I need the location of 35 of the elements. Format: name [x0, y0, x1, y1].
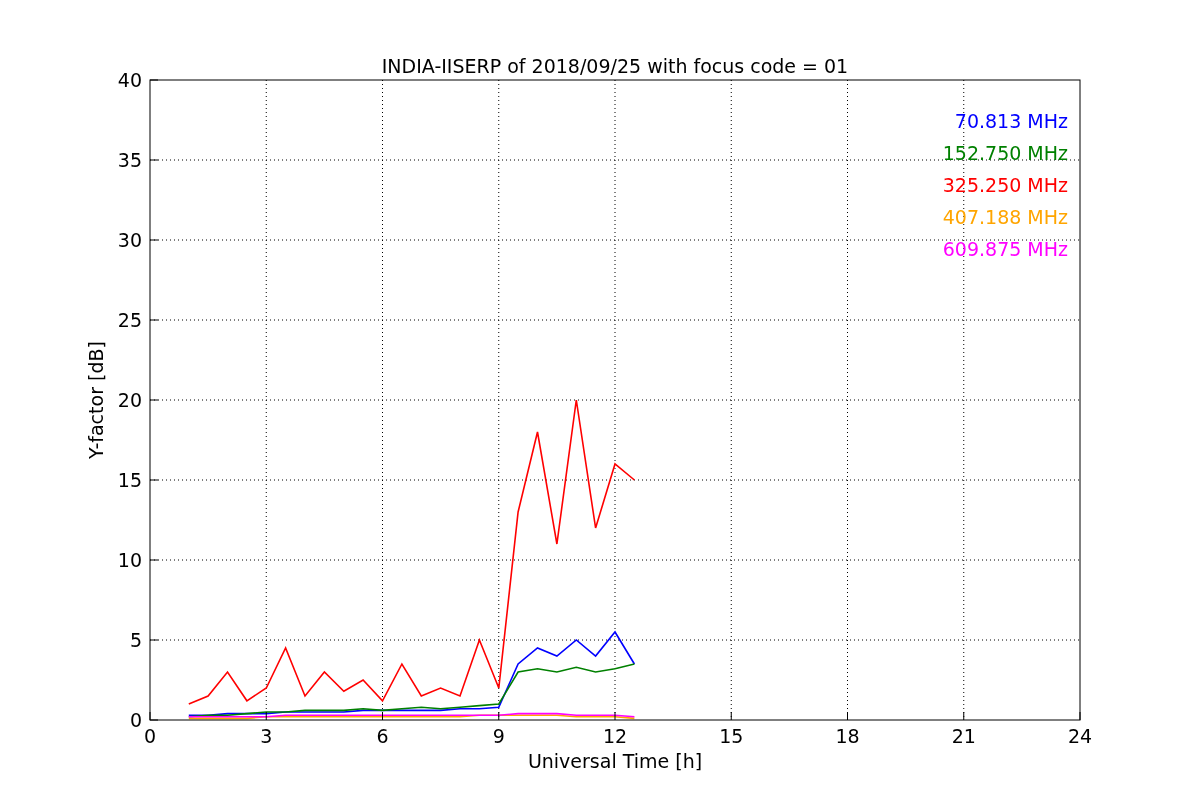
tick-mark [1079, 711, 1081, 721]
tick-label: 20 [117, 389, 142, 411]
tick-label: 25 [117, 309, 142, 331]
tick-label: 9 [492, 725, 505, 747]
tick-label: 18 [835, 725, 860, 747]
tick-mark [614, 711, 616, 721]
tick-mark [149, 79, 159, 81]
tick-label: 24 [1067, 725, 1093, 747]
legend-label: 152.750 MHz [942, 142, 1068, 164]
tick-label: 15 [719, 725, 744, 747]
tick-label: 10 [117, 549, 142, 571]
axis-label: Universal Time [h] [527, 750, 703, 772]
legend-label: 325.250 MHz [942, 174, 1068, 196]
chart-title: INDIA-IISERP of 2018/09/25 with focus code = 01 [381, 55, 849, 77]
tick-mark [382, 711, 383, 721]
tick-mark [498, 711, 500, 721]
tick-label: 35 [117, 149, 142, 171]
tick-label: 0 [129, 709, 142, 731]
tick-label: 40 [117, 69, 142, 91]
legend-label: 70.813 MHz [954, 110, 1068, 132]
tick-mark [265, 711, 267, 721]
legend-label: 407.188 MHz [942, 206, 1068, 228]
tick-label: 12 [602, 725, 628, 747]
tick-label: 3 [260, 725, 273, 747]
tick-label: 21 [951, 725, 976, 747]
tick-mark [847, 711, 848, 721]
tick-label: 5 [129, 629, 142, 651]
tick-label: 0 [143, 725, 157, 747]
tick-mark [730, 711, 732, 721]
legend-label: 609.875 MHz [942, 238, 1068, 260]
tick-label: 30 [117, 229, 142, 251]
axis-label: Y-factor [dB] [85, 341, 107, 459]
tick-label: 15 [117, 469, 142, 491]
tick-label: 6 [376, 725, 389, 747]
tick-mark [963, 711, 965, 721]
